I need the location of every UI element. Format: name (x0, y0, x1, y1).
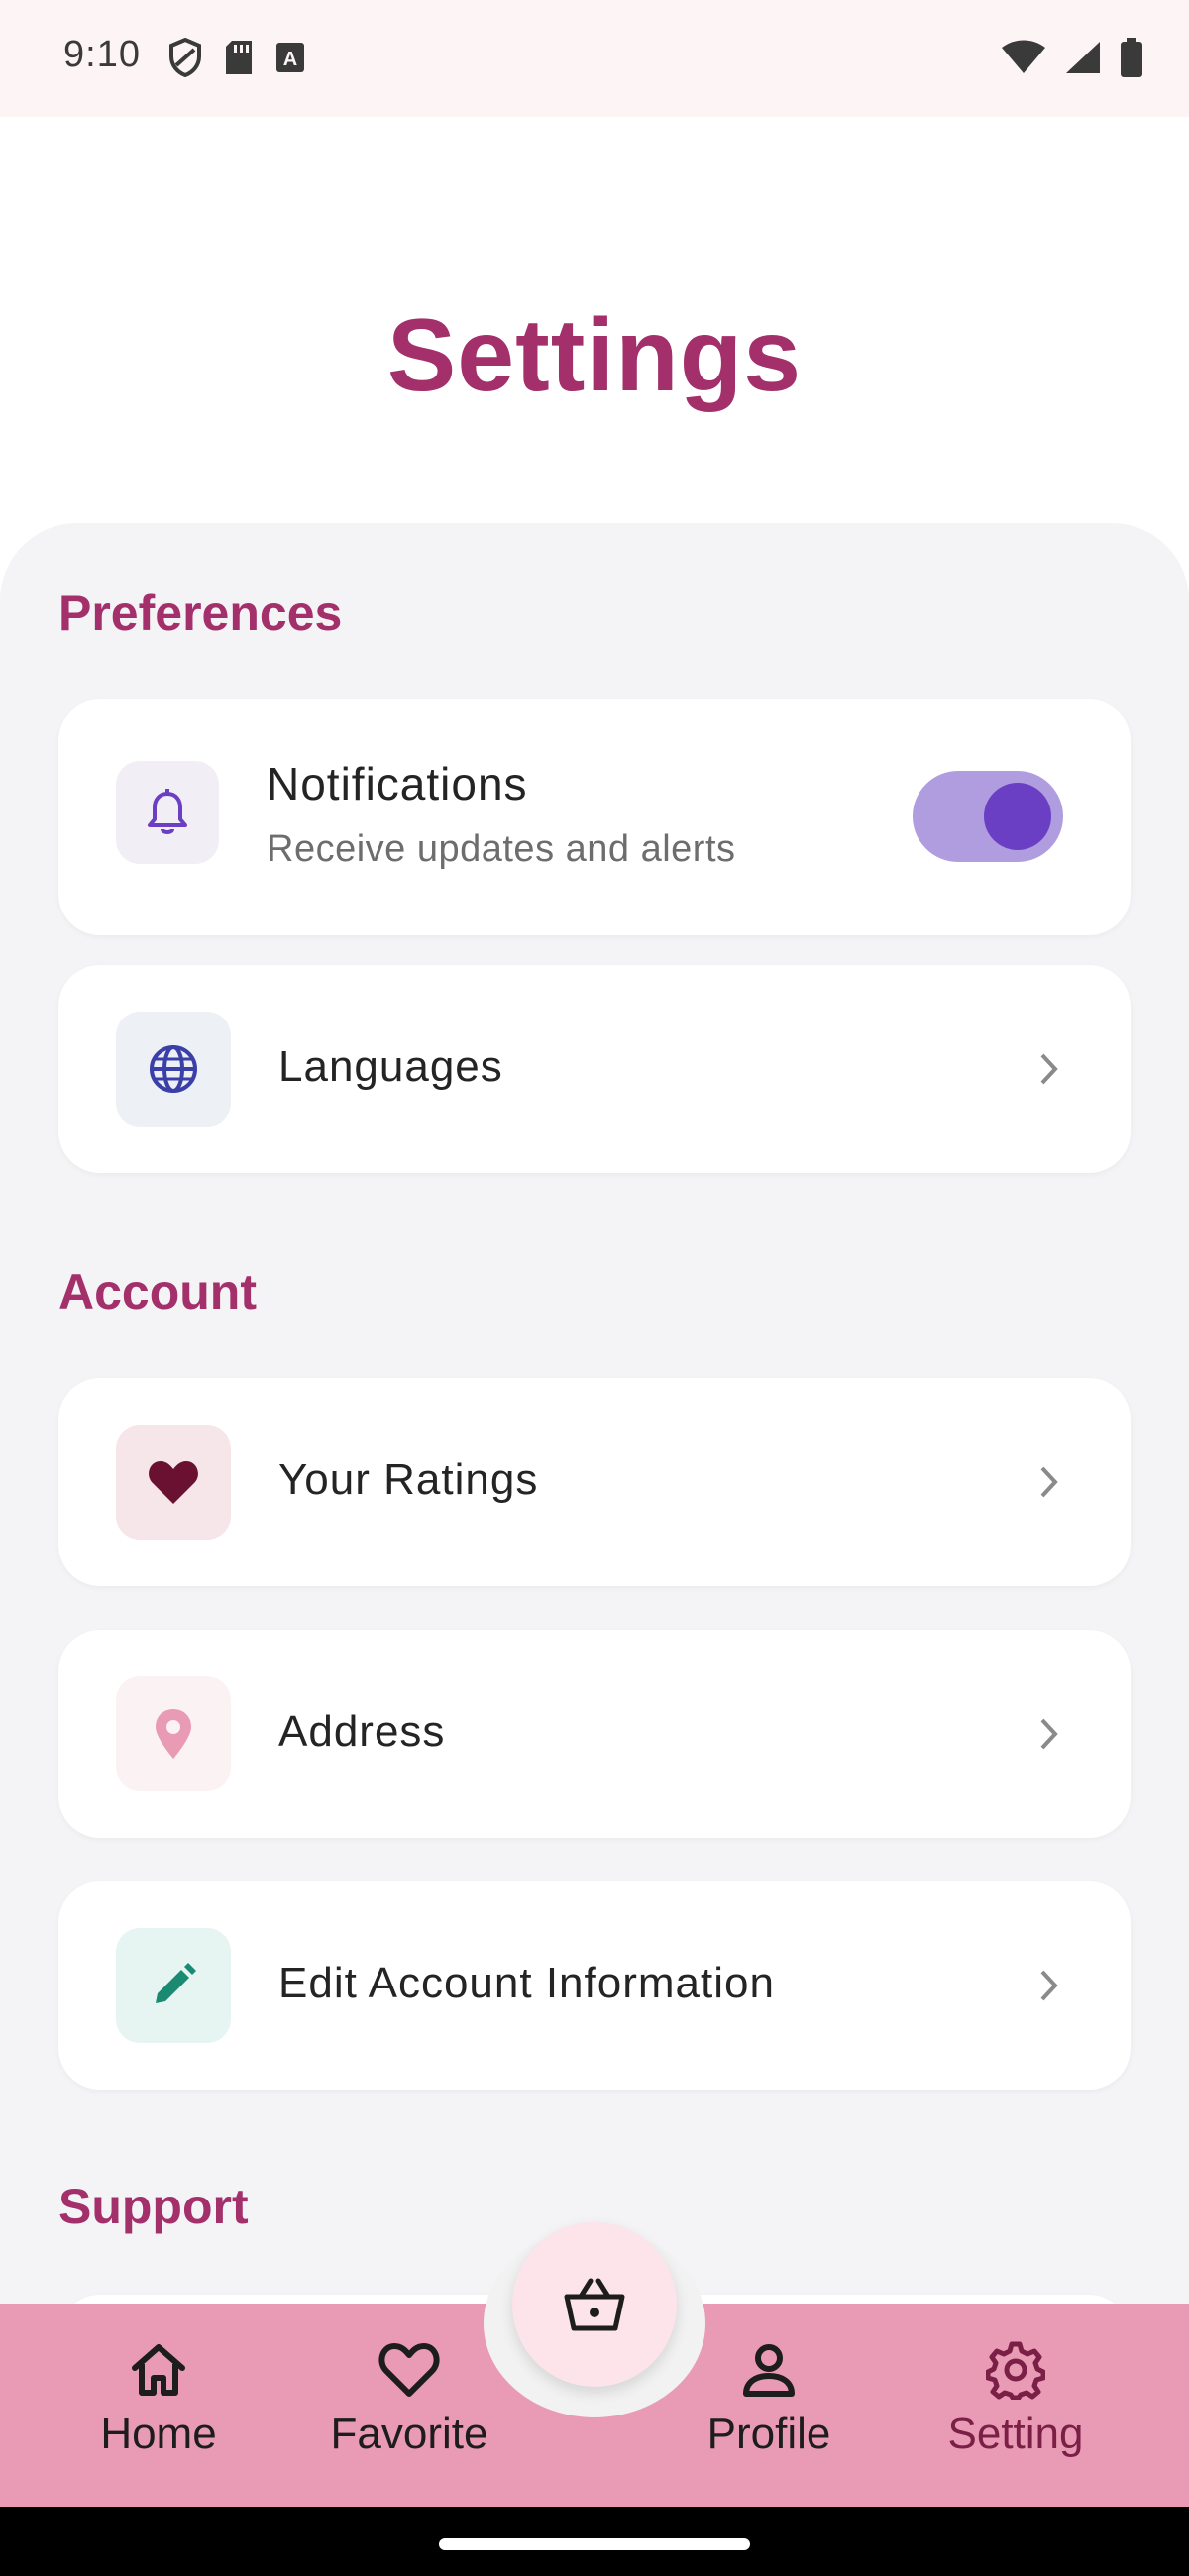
status-icons-left: A (168, 38, 305, 77)
settings-content-panel: Preferences Notifications Receive update… (0, 523, 1189, 2414)
chevron-right-icon (1040, 1718, 1058, 1750)
cellular-signal-icon (1066, 42, 1100, 73)
languages-icon-box (116, 1012, 231, 1127)
address-card[interactable]: Address (58, 1630, 1131, 1838)
section-title-support: Support (58, 2179, 249, 2234)
notifications-card: Notifications Receive updates and alerts (58, 699, 1131, 935)
heart-icon (149, 1461, 198, 1504)
nav-item-favorite[interactable]: Favorite (300, 2338, 518, 2459)
nav-item-profile[interactable]: Profile (660, 2338, 878, 2459)
edit-account-card[interactable]: Edit Account Information (58, 1881, 1131, 2090)
home-icon (132, 2344, 185, 2396)
your-ratings-label: Your Ratings (278, 1455, 539, 1504)
heart-outline-icon (378, 2343, 440, 2397)
chevron-right-icon (1040, 1053, 1058, 1085)
page-title: Settings (386, 298, 803, 413)
status-time: 9:10 (63, 34, 141, 75)
nav-item-setting[interactable]: Setting (907, 2338, 1125, 2459)
notifications-subtitle: Receive updates and alerts (267, 828, 736, 870)
cart-fab-button[interactable] (512, 2222, 677, 2387)
nav-label-profile: Profile (706, 2410, 831, 2458)
languages-card[interactable]: Languages (58, 965, 1131, 1173)
globe-icon (150, 1045, 197, 1093)
section-title-account: Account (58, 1264, 257, 1320)
nav-label-home: Home (100, 2410, 217, 2458)
svg-text:A: A (283, 49, 297, 70)
edit-account-label: Edit Account Information (278, 1959, 775, 2007)
nav-label-setting: Setting (947, 2410, 1084, 2458)
notifications-icon-box (116, 761, 219, 864)
notifications-toggle[interactable] (913, 771, 1063, 862)
ratings-icon-box (116, 1425, 231, 1540)
wifi-icon (1002, 40, 1045, 73)
sd-card-icon (226, 41, 252, 74)
system-navigation-bar (0, 2507, 1189, 2576)
status-icons-right (1001, 38, 1143, 77)
chevron-right-icon (1040, 1466, 1058, 1498)
location-pin-icon (156, 1709, 191, 1759)
home-gesture-handle[interactable] (439, 2538, 750, 2550)
person-icon (743, 2344, 795, 2397)
section-title-preferences: Preferences (58, 586, 343, 641)
battery-icon (1121, 38, 1142, 77)
nav-item-home[interactable]: Home (50, 2338, 268, 2459)
bell-icon (148, 789, 187, 834)
text-a-icon: A (276, 43, 304, 72)
shield-icon (169, 38, 201, 77)
pencil-icon (156, 1963, 196, 2003)
gear-icon (986, 2341, 1045, 2400)
basket-icon (564, 2278, 625, 2331)
languages-label: Languages (278, 1042, 503, 1091)
nav-label-favorite: Favorite (330, 2410, 488, 2458)
address-label: Address (278, 1707, 446, 1756)
your-ratings-card[interactable]: Your Ratings (58, 1378, 1131, 1586)
address-icon-box (116, 1676, 231, 1791)
edit-account-icon-box (116, 1928, 231, 2043)
toggle-knob (984, 783, 1051, 850)
status-bar: 9:10 A (0, 0, 1189, 117)
notifications-title: Notifications (267, 758, 528, 809)
chevron-right-icon (1040, 1970, 1058, 2001)
